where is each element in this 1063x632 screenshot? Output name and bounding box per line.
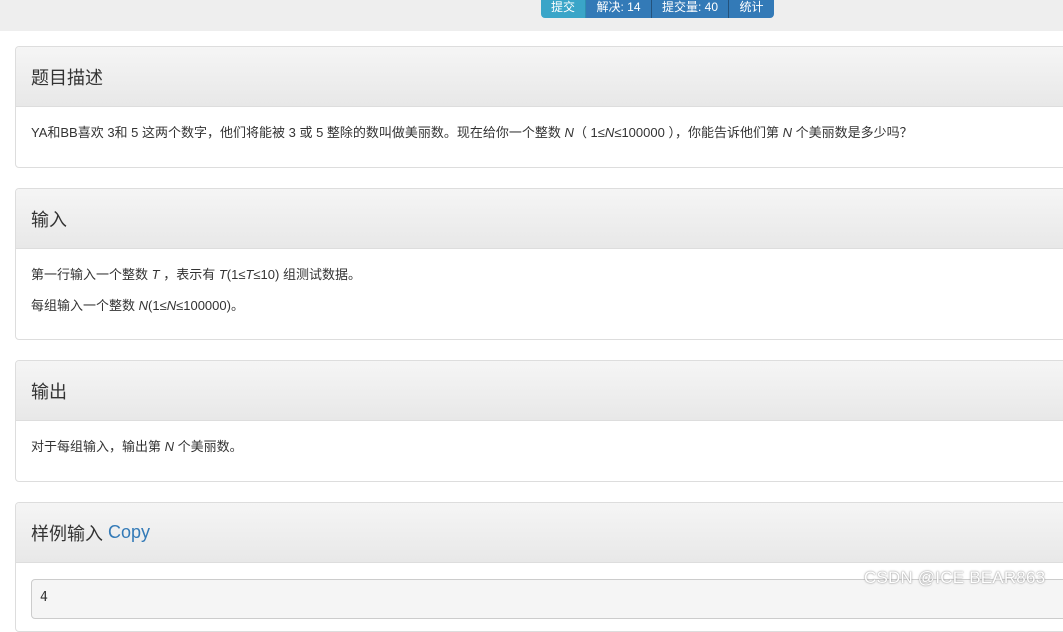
input-panel: 输入 第一行输入一个整数 T ，表示有 T(1≤T≤10) 组测试数据。 每组输…: [15, 188, 1063, 340]
submission-count-button[interactable]: 提交量: 40: [652, 0, 729, 18]
output-text: 对于每组输入，输出第 N 个美丽数。: [31, 439, 243, 454]
description-title: 题目描述: [16, 47, 1063, 107]
input-body: 第一行输入一个整数 T ，表示有 T(1≤T≤10) 组测试数据。 每组输入一个…: [16, 249, 1063, 314]
csdn-watermark: CSDN @ICE BEAR863: [864, 568, 1046, 587]
description-text: YA和BB喜欢 3和 5 这两个数字，他们将能被 3 或 5 整除的数叫做美丽数…: [31, 125, 913, 140]
input-title: 输入: [16, 189, 1063, 249]
description-body: YA和BB喜欢 3和 5 这两个数字，他们将能被 3 或 5 整除的数叫做美丽数…: [16, 107, 1063, 141]
submit-button[interactable]: 提交: [541, 0, 586, 18]
output-body: 对于每组输入，输出第 N 个美丽数。: [16, 421, 1063, 455]
solved-count-button[interactable]: 解决: 14: [586, 0, 652, 18]
sample-input-heading: 样例输入 Copy: [16, 503, 1063, 563]
description-panel: 题目描述 YA和BB喜欢 3和 5 这两个数字，他们将能被 3 或 5 整除的数…: [15, 46, 1063, 168]
problem-toolbar: 提交 解决: 14 提交量: 40 统计: [541, 0, 774, 18]
sample-input-title: 样例输入: [31, 523, 103, 544]
input-line-2: 每组输入一个整数 N(1≤N≤100000)。: [31, 298, 244, 313]
output-title: 输出: [16, 361, 1063, 421]
top-bar: 提交 解决: 14 提交量: 40 统计: [0, 0, 1063, 31]
output-panel: 输出 对于每组输入，输出第 N 个美丽数。: [15, 360, 1063, 482]
sample-input-panel: 样例输入 Copy 4: [15, 502, 1063, 632]
statistics-button[interactable]: 统计: [729, 0, 774, 18]
input-line-1: 第一行输入一个整数 T ，表示有 T(1≤T≤10) 组测试数据。: [31, 267, 361, 282]
copy-link[interactable]: Copy: [108, 522, 150, 543]
